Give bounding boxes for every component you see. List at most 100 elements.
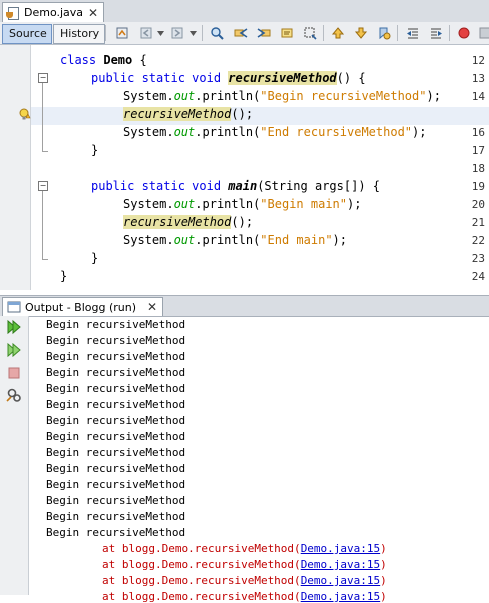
stack-trace-text: at blogg.Demo.recursiveMethod( (102, 542, 301, 555)
line-number: 18 (471, 162, 485, 175)
fold-guide (42, 83, 43, 151)
code-text: ); (332, 233, 347, 247)
stack-trace-text: ) (380, 590, 387, 603)
stop-icon[interactable] (6, 365, 22, 381)
code-line-22: System.out.println("End main"); (123, 233, 347, 247)
stack-trace-text: at blogg.Demo.recursiveMethod( (102, 574, 301, 587)
line-number: 21 (471, 216, 485, 229)
toolbar-separator (397, 25, 398, 41)
output-line: Begin recursiveMethod (46, 350, 186, 363)
find-icon[interactable] (210, 26, 224, 40)
stack-trace-text: ) (380, 574, 387, 587)
code-text: ); (412, 125, 427, 139)
rerun-with-parameters-icon[interactable] (6, 342, 22, 358)
code-text: { (132, 53, 147, 67)
chevron-down-icon[interactable] (190, 31, 197, 36)
next-bookmark-icon[interactable] (354, 26, 368, 40)
tab-label: Demo.java (24, 6, 84, 19)
code-line-13: public static void recursiveMethod() { (91, 71, 366, 85)
source-link[interactable]: Demo.java:15 (301, 590, 380, 603)
code-text: ); (426, 89, 441, 103)
code-text: (); (231, 215, 254, 229)
stop-macro-recording-icon[interactable] (478, 26, 489, 40)
output-line: Begin recursiveMethod (46, 494, 186, 507)
history-button[interactable]: History (53, 24, 105, 44)
close-icon[interactable]: ✕ (146, 301, 158, 313)
keyword: public static void (91, 71, 222, 85)
chevron-down-icon[interactable] (157, 31, 164, 36)
line-number: 16 (471, 126, 485, 139)
find-previous-icon[interactable] (234, 26, 248, 40)
line-number: 19 (471, 180, 485, 193)
fold-toggle-icon[interactable]: − (38, 73, 48, 83)
output-line: Begin recursiveMethod (46, 398, 186, 411)
code-text: System. (123, 89, 174, 103)
method-call: recursiveMethod (123, 107, 232, 121)
code-text: System. (123, 233, 174, 247)
toggle-highlight-icon[interactable] (280, 26, 294, 40)
line-number: 22 (471, 234, 485, 247)
static-field: out (173, 125, 196, 139)
find-next-icon[interactable] (257, 26, 271, 40)
toolbar-separator (105, 25, 106, 41)
stack-trace-line: at blogg.Demo.recursiveMethod(Demo.java:… (102, 574, 387, 587)
java-file-icon (6, 6, 20, 20)
static-field: out (173, 197, 196, 211)
tab-demo-java[interactable]: Demo.java ✕ (2, 2, 105, 22)
string-literal: "End recursiveMethod" (260, 125, 413, 139)
output-line: Begin recursiveMethod (46, 366, 186, 379)
previous-bookmark-icon[interactable] (331, 26, 345, 40)
output-line: Begin recursiveMethod (46, 414, 186, 427)
fold-toggle-icon[interactable]: − (38, 181, 48, 191)
code-text: .println( (195, 125, 261, 139)
start-macro-recording-icon[interactable] (457, 26, 471, 40)
code-line-24: } (60, 269, 68, 283)
method-declaration: recursiveMethod (228, 71, 337, 85)
back-icon[interactable] (139, 26, 153, 40)
method-call: recursiveMethod (123, 215, 232, 229)
fold-guide (42, 191, 43, 259)
shift-right-icon[interactable] (429, 26, 443, 40)
output-line: Begin recursiveMethod (46, 510, 186, 523)
code-text: .println( (195, 197, 261, 211)
line-number-gutter (0, 45, 31, 290)
string-literal: "End main" (260, 233, 333, 247)
line-number: 23 (471, 252, 485, 265)
source-link[interactable]: Demo.java:15 (301, 542, 380, 555)
method-declaration: main (228, 179, 258, 193)
shift-left-icon[interactable] (406, 26, 420, 40)
output-line: Begin recursiveMethod (46, 430, 186, 443)
stack-trace-text: ) (380, 542, 387, 555)
rectangular-selection-icon[interactable] (303, 26, 317, 40)
line-number: 20 (471, 198, 485, 211)
code-text: (String args[]) { (257, 179, 381, 193)
code-line-23: } (91, 251, 99, 265)
stack-trace-text: at blogg.Demo.recursiveMethod( (102, 590, 301, 603)
output-line: Begin recursiveMethod (46, 318, 186, 331)
warning-hint-icon[interactable] (18, 108, 31, 121)
source-link[interactable]: Demo.java:15 (301, 558, 380, 571)
current-line-highlight (31, 107, 489, 125)
last-edit-icon[interactable] (115, 26, 129, 40)
forward-icon[interactable] (170, 26, 184, 40)
close-icon[interactable]: ✕ (87, 7, 99, 19)
output-tab-bar: Output - Blogg (run) ✕ (0, 295, 489, 317)
code-line-19: public static void main(String args[]) { (91, 179, 380, 193)
settings-icon[interactable] (6, 387, 22, 403)
source-link[interactable]: Demo.java:15 (301, 574, 380, 587)
tab-output[interactable]: Output - Blogg (run) ✕ (2, 297, 164, 316)
editor-tab-bar: Demo.java ✕ (0, 0, 489, 23)
stack-trace-line: at blogg.Demo.recursiveMethod(Demo.java:… (102, 542, 387, 555)
code-line-20: System.out.println("Begin main"); (123, 197, 361, 211)
code-line-17: } (91, 143, 99, 157)
code-text: .println( (195, 89, 261, 103)
stack-trace-text: at blogg.Demo.recursiveMethod( (102, 558, 301, 571)
code-text: ); (347, 197, 362, 211)
stack-trace-line: at blogg.Demo.recursiveMethod(Demo.java:… (102, 590, 387, 603)
static-field: out (173, 89, 196, 103)
toggle-bookmark-icon[interactable] (377, 26, 391, 40)
code-text: .println( (195, 233, 261, 247)
rerun-icon[interactable] (6, 319, 22, 335)
source-button[interactable]: Source (2, 24, 52, 44)
string-literal: "Begin recursiveMethod" (260, 89, 427, 103)
